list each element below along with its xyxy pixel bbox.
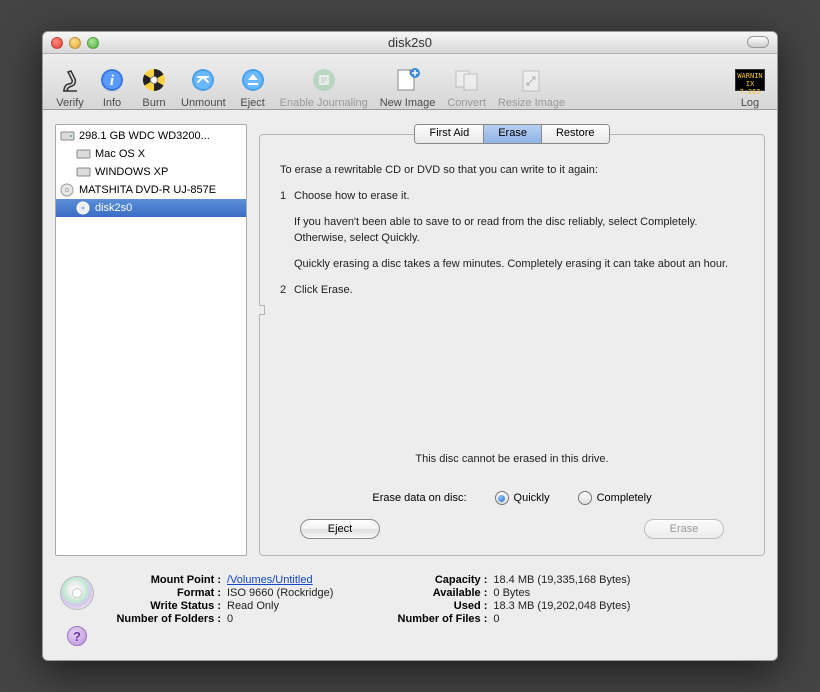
disc-icon <box>76 201 91 215</box>
convert-icon <box>452 65 482 95</box>
window-controls <box>51 37 99 49</box>
eject-icon <box>238 65 268 95</box>
tab-restore[interactable]: Restore <box>542 125 609 143</box>
eject-button[interactable]: Eject <box>300 519 380 539</box>
toolbar-label: Burn <box>142 97 165 109</box>
info-key: Capacity : <box>387 574 487 586</box>
main-pane: First Aid Erase Restore To erase a rewri… <box>259 124 765 556</box>
disk-utility-window: disk2s0 Verify i Info Burn Unmount <box>42 31 778 661</box>
sidebar-item-disc[interactable]: disk2s0 <box>56 199 246 217</box>
unmount-button[interactable]: Unmount <box>177 57 230 109</box>
new-image-icon <box>393 65 423 95</box>
info-value: 18.4 MB (19,335,168 Bytes) <box>493 574 630 586</box>
disc-icon <box>60 183 75 197</box>
minimize-button[interactable] <box>69 37 81 49</box>
step-number: 2 <box>280 283 294 299</box>
erase-panel: To erase a rewritable CD or DVD so that … <box>259 134 765 556</box>
toolbar-label: Resize Image <box>498 97 565 109</box>
radio-completely[interactable]: Completely <box>578 491 652 505</box>
toolbar-label: New Image <box>380 97 436 109</box>
info-key: Number of Folders : <box>111 613 221 625</box>
burn-icon <box>139 65 169 95</box>
mount-point-link[interactable]: /Volumes/Untitled <box>227 574 313 586</box>
tab-erase[interactable]: Erase <box>484 125 542 143</box>
toolbar-label: Info <box>103 97 121 109</box>
sidebar-item-drive[interactable]: 298.1 GB WDC WD3200... <box>56 127 246 145</box>
disc-large-icon <box>60 576 94 610</box>
resize-image-button: Resize Image <box>494 57 569 109</box>
radio-quickly[interactable]: Quickly <box>495 491 550 505</box>
log-icon: WARNINIX 7:26I <box>735 65 765 95</box>
instruction-text: Choose how to erase it. <box>294 189 410 205</box>
titlebar: disk2s0 <box>43 32 777 54</box>
erase-button: Erase <box>644 519 724 539</box>
panel-notch-icon <box>259 305 265 315</box>
toolbar-label: Eject <box>240 97 264 109</box>
instruction-text: Quickly erasing a disc takes a few minut… <box>294 257 744 273</box>
sidebar-item-label: Mac OS X <box>95 148 145 160</box>
info-value: 0 <box>227 613 333 625</box>
sidebar-item-volume[interactable]: Mac OS X <box>56 145 246 163</box>
window-title: disk2s0 <box>43 35 777 50</box>
log-button[interactable]: WARNINIX 7:26I Log <box>731 57 769 109</box>
tab-first-aid[interactable]: First Aid <box>415 125 484 143</box>
radio-dot-icon <box>495 491 509 505</box>
eject-button[interactable]: Eject <box>234 57 272 109</box>
info-key: Used : <box>387 600 487 612</box>
sidebar-item-optical-drive[interactable]: MATSHITA DVD-R UJ-857E <box>56 181 246 199</box>
toolbar-toggle-button[interactable] <box>747 36 769 48</box>
step-number: 1 <box>280 189 294 205</box>
sidebar-item-label: WINDOWS XP <box>95 166 168 178</box>
toolbar-label: Enable Journaling <box>280 97 368 109</box>
hard-disk-icon <box>76 165 91 179</box>
sidebar-item-label: disk2s0 <box>95 202 132 214</box>
sidebar-item-label: MATSHITA DVD-R UJ-857E <box>79 184 216 196</box>
close-button[interactable] <box>51 37 63 49</box>
enable-journaling-button: Enable Journaling <box>276 57 372 109</box>
convert-button: Convert <box>443 57 490 109</box>
verify-button[interactable]: Verify <box>51 57 89 109</box>
info-footer: ? Mount Point : /Volumes/Untitled Format… <box>43 566 777 660</box>
microscope-icon <box>55 65 85 95</box>
radio-label: Quickly <box>514 492 550 504</box>
toolbar: Verify i Info Burn Unmount Eject <box>43 54 777 110</box>
journal-icon <box>309 65 339 95</box>
notice-text: This disc cannot be erased in this drive… <box>280 453 744 465</box>
toolbar-label: Log <box>741 97 759 109</box>
info-value: ISO 9660 (Rockridge) <box>227 587 333 599</box>
hard-disk-icon <box>76 147 91 161</box>
info-value: 0 Bytes <box>493 587 630 599</box>
info-key: Format : <box>111 587 221 599</box>
help-button[interactable]: ? <box>67 626 87 646</box>
instruction-text: Click Erase. <box>294 283 353 299</box>
toolbar-label: Convert <box>447 97 486 109</box>
unmount-icon <box>188 65 218 95</box>
info-key: Write Status : <box>111 600 221 612</box>
info-key: Mount Point : <box>111 574 221 586</box>
info-key: Available : <box>387 587 487 599</box>
hard-disk-icon <box>60 129 75 143</box>
option-label: Erase data on disc: <box>372 492 466 504</box>
radio-dot-icon <box>578 491 592 505</box>
info-value: 0 <box>493 613 630 625</box>
info-value: 18.3 MB (19,202,048 Bytes) <box>493 600 630 612</box>
disk-list-sidebar[interactable]: 298.1 GB WDC WD3200... Mac OS X WINDOWS … <box>55 124 247 556</box>
sidebar-item-volume[interactable]: WINDOWS XP <box>56 163 246 181</box>
burn-button[interactable]: Burn <box>135 57 173 109</box>
resize-icon <box>517 65 547 95</box>
info-icon: i <box>97 65 127 95</box>
sidebar-item-label: 298.1 GB WDC WD3200... <box>79 130 210 142</box>
instruction-text: To erase a rewritable CD or DVD so that … <box>280 163 744 179</box>
toolbar-label: Verify <box>56 97 84 109</box>
instruction-text: If you haven't been able to save to or r… <box>294 215 744 247</box>
radio-label: Completely <box>597 492 652 504</box>
info-button[interactable]: i Info <box>93 57 131 109</box>
zoom-button[interactable] <box>87 37 99 49</box>
info-value: Read Only <box>227 600 333 612</box>
info-key: Number of Files : <box>387 613 487 625</box>
new-image-button[interactable]: New Image <box>376 57 440 109</box>
toolbar-label: Unmount <box>181 97 226 109</box>
tab-bar: First Aid Erase Restore <box>259 124 765 144</box>
